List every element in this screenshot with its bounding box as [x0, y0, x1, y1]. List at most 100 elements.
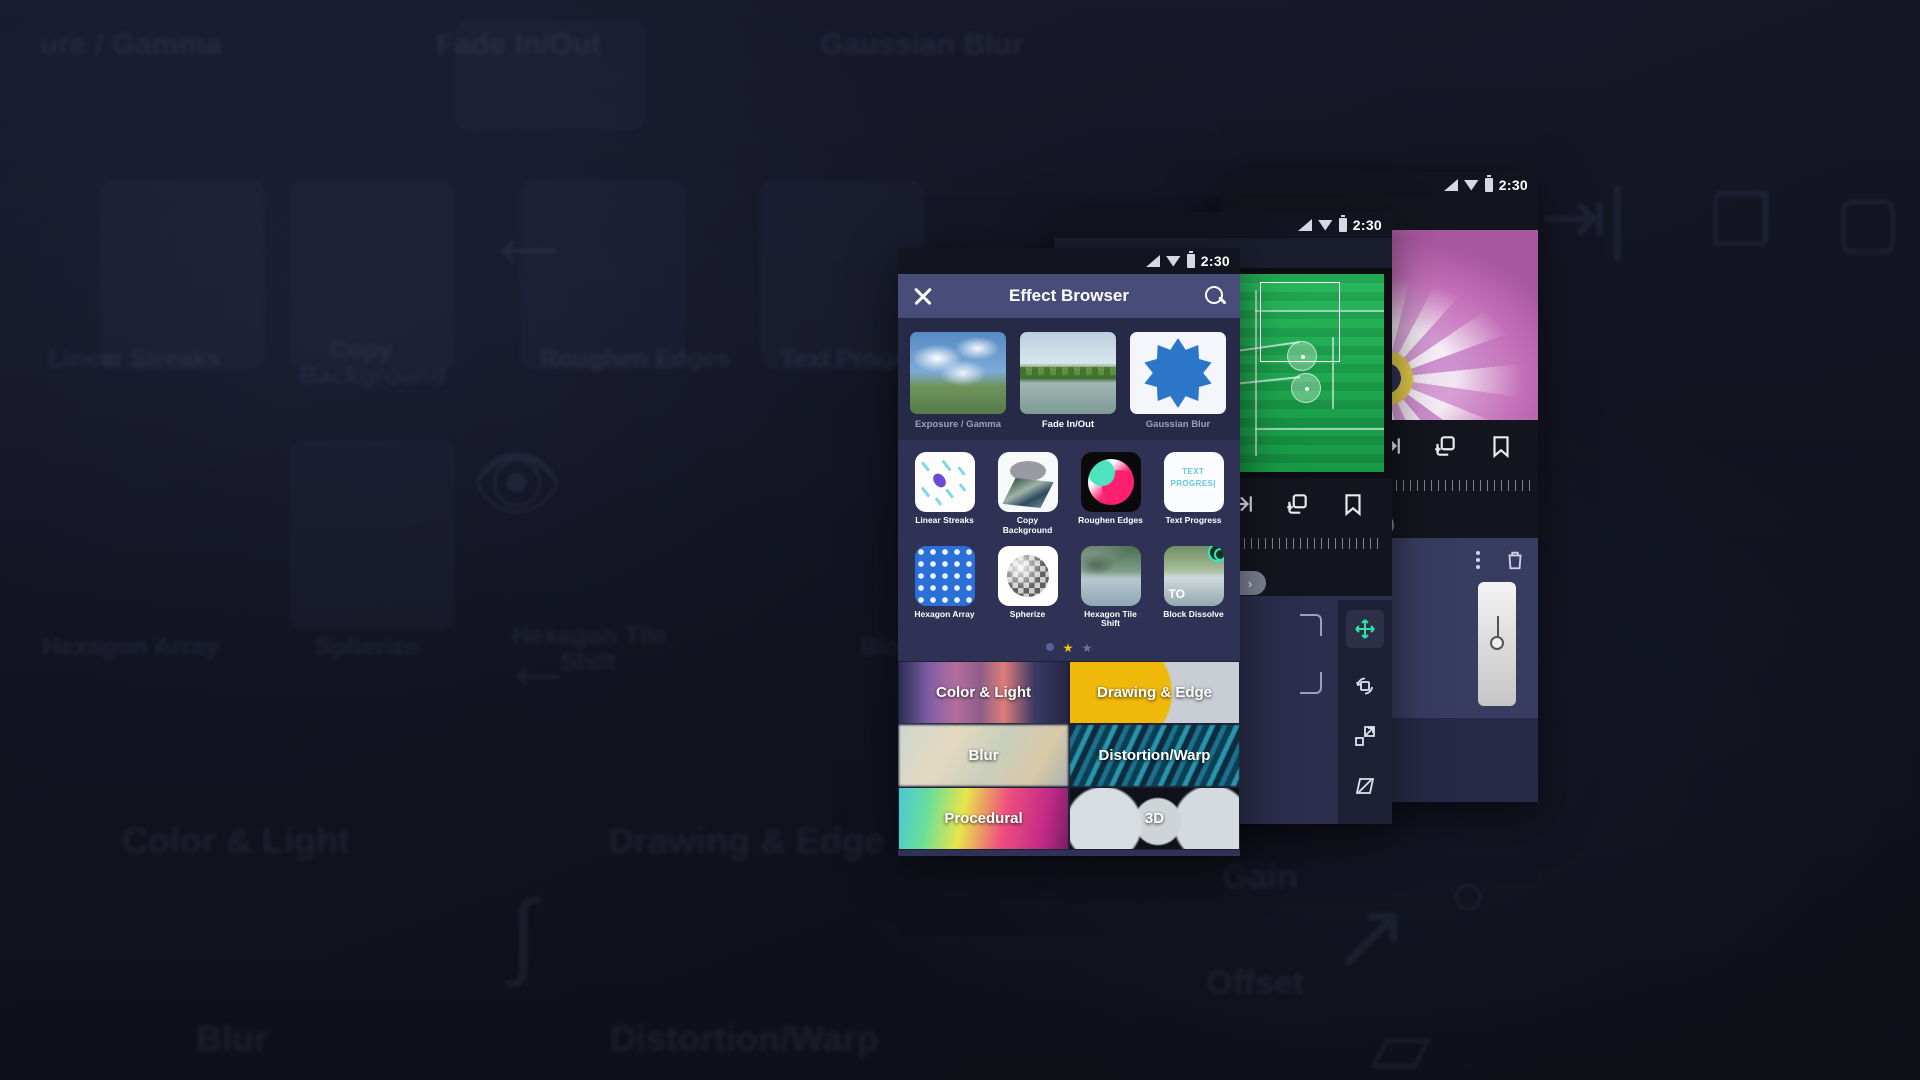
signal-icon — [1443, 179, 1458, 191]
category-tile-distortion-warp[interactable]: Distortion/Warp — [1069, 724, 1240, 788]
pagination-indicator[interactable] — [898, 639, 1240, 661]
battery-icon — [1186, 251, 1195, 268]
scale-tool-icon[interactable] — [1353, 724, 1377, 748]
effect-icon-roughen-edges[interactable] — [1080, 452, 1141, 512]
status-bar: 2:30 — [898, 248, 1240, 274]
close-icon[interactable] — [912, 285, 934, 307]
rotate-tool-icon[interactable] — [1353, 674, 1377, 698]
featured-item[interactable]: Gaussian Blur — [1130, 332, 1226, 432]
effect-tile[interactable]: Copy Background — [991, 452, 1064, 536]
duplicate-layer-icon[interactable] — [1432, 433, 1458, 459]
signal-icon — [1145, 255, 1160, 267]
featured-thumbnail[interactable] — [910, 332, 1006, 414]
category-tile-3d[interactable]: 3D — [1069, 787, 1240, 851]
page-title: Effect Browser — [1009, 286, 1129, 305]
star-burst-shape — [1144, 338, 1212, 408]
bg-ghost-tile — [290, 440, 455, 630]
status-bar: 2:30 — [1220, 172, 1538, 198]
wifi-icon — [1165, 255, 1181, 267]
bg-ghost-tile — [100, 180, 265, 370]
effect-tile[interactable]: Hexagon Tile Shift — [1074, 545, 1147, 630]
status-time: 2:30 — [1200, 253, 1230, 269]
category-label: 3D — [1144, 810, 1165, 828]
skew-tool-icon[interactable] — [1353, 774, 1377, 798]
bg-ghost-tile — [290, 180, 455, 370]
effect-icon-linear-streaks[interactable] — [914, 452, 975, 512]
signal-icon — [1297, 219, 1312, 231]
crop-corner — [1300, 672, 1322, 694]
effect-label: Linear Streaks — [915, 515, 974, 525]
effect-browser-body: Exposure / Gamma Fade In/Out Gaussian Bl… — [898, 318, 1240, 856]
effect-icon-copy-background[interactable] — [997, 452, 1058, 512]
featured-item[interactable]: Exposure / Gamma — [910, 332, 1006, 432]
effect-tile[interactable]: TO Block Dissolve — [1157, 545, 1230, 630]
category-grid[interactable]: Color & Light Drawing & Edge Blur Distor… — [898, 661, 1240, 851]
featured-item[interactable]: Fade In/Out — [1020, 332, 1116, 432]
category-tile-drawing-edge[interactable]: Drawing & Edge — [1069, 661, 1240, 725]
effect-label: Block Dissolve — [1163, 608, 1224, 619]
effect-label: Hexagon Array — [914, 608, 975, 619]
category-tile-procedural[interactable]: Procedural — [898, 787, 1069, 851]
featured-label: Fade In/Out — [1041, 419, 1095, 430]
effect-icon-text-progress[interactable]: TEXT PROGRES| — [1163, 452, 1224, 512]
featured-carousel[interactable]: Exposure / Gamma Fade In/Out Gaussian Bl… — [898, 318, 1240, 440]
effect-tile[interactable]: TEXT PROGRES| Text Progress — [1157, 452, 1230, 536]
effect-label: Roughen Edges — [1078, 515, 1143, 525]
battery-icon — [1338, 215, 1347, 232]
effect-label: Text Progress — [1165, 515, 1222, 525]
effect-icon-hexagon-array[interactable] — [914, 545, 975, 606]
effect-label: Spherize — [1009, 608, 1046, 619]
wifi-icon — [1317, 219, 1333, 231]
effect-icon-hexagon-tile-shift[interactable] — [1080, 545, 1141, 606]
featured-thumbnail[interactable] — [1020, 332, 1116, 414]
brightness-slider[interactable] — [1478, 582, 1516, 706]
category-tile-blur[interactable]: Blur — [898, 724, 1069, 788]
effect-icon-block-dissolve[interactable]: TO — [1163, 545, 1224, 606]
downloaded-badge-icon — [1207, 545, 1224, 562]
status-bar: 2:30 — [1054, 212, 1392, 238]
bg-ghost-tile — [455, 20, 645, 130]
phone-panel-front[interactable]: 2:30 Effect Browser Exposure / Gamma Fad… — [898, 248, 1240, 856]
featured-label: Exposure / Gamma — [914, 419, 1002, 430]
status-time: 2:30 — [1352, 217, 1382, 233]
effect-label: Hexagon Tile Shift — [1084, 608, 1137, 629]
transform-tool-rail[interactable] — [1338, 600, 1392, 824]
status-time: 2:30 — [1498, 177, 1528, 193]
effects-grid-row: Linear Streaks Copy Background Roughen E… — [908, 452, 1230, 536]
category-label: Procedural — [944, 810, 1023, 828]
effect-tile[interactable]: Spherize — [991, 545, 1064, 630]
effects-grid-row: Hexagon Array Spherize Hexagon Tile Shif… — [908, 545, 1230, 630]
bg-ghost-tile — [520, 180, 685, 370]
crop-corner — [1300, 614, 1322, 636]
effect-tile[interactable]: Roughen Edges — [1074, 452, 1147, 536]
move-tool-icon[interactable] — [1353, 617, 1377, 641]
category-label: Color & Light — [936, 684, 1031, 702]
featured-label: Gaussian Blur — [1145, 419, 1211, 430]
effect-tile[interactable]: Hexagon Array — [908, 545, 981, 630]
selection-box[interactable] — [1260, 282, 1340, 362]
page-star-inactive[interactable] — [1082, 643, 1092, 653]
category-tile-color-light[interactable]: Color & Light — [898, 661, 1069, 725]
featured-thumbnail[interactable] — [1130, 332, 1226, 414]
duplicate-layer-icon[interactable] — [1284, 491, 1310, 517]
effect-label: Copy Background — [1002, 515, 1053, 535]
effect-icon-overlay-text: TO — [1168, 586, 1185, 601]
slider-knob[interactable] — [1490, 616, 1504, 650]
bookmark-icon[interactable] — [1488, 433, 1514, 459]
bookmark-icon[interactable] — [1340, 491, 1366, 517]
delete-icon[interactable] — [1504, 548, 1526, 572]
move-tool-button[interactable] — [1346, 610, 1384, 648]
category-label: Drawing & Edge — [1096, 684, 1212, 702]
effect-browser-header: Effect Browser — [898, 274, 1240, 318]
page-dot[interactable] — [1046, 643, 1054, 652]
category-label: Blur — [968, 747, 999, 765]
more-options-icon[interactable] — [1476, 551, 1480, 569]
wifi-icon — [1463, 179, 1479, 191]
battery-icon — [1484, 175, 1493, 192]
effect-icon-spherize[interactable] — [997, 545, 1058, 606]
category-label: Distortion/Warp — [1098, 747, 1211, 765]
effect-tile[interactable]: Linear Streaks — [908, 452, 981, 536]
effects-grid[interactable]: Linear Streaks Copy Background Roughen E… — [898, 440, 1240, 629]
page-star-active[interactable] — [1063, 643, 1073, 653]
search-icon[interactable] — [1204, 285, 1226, 307]
